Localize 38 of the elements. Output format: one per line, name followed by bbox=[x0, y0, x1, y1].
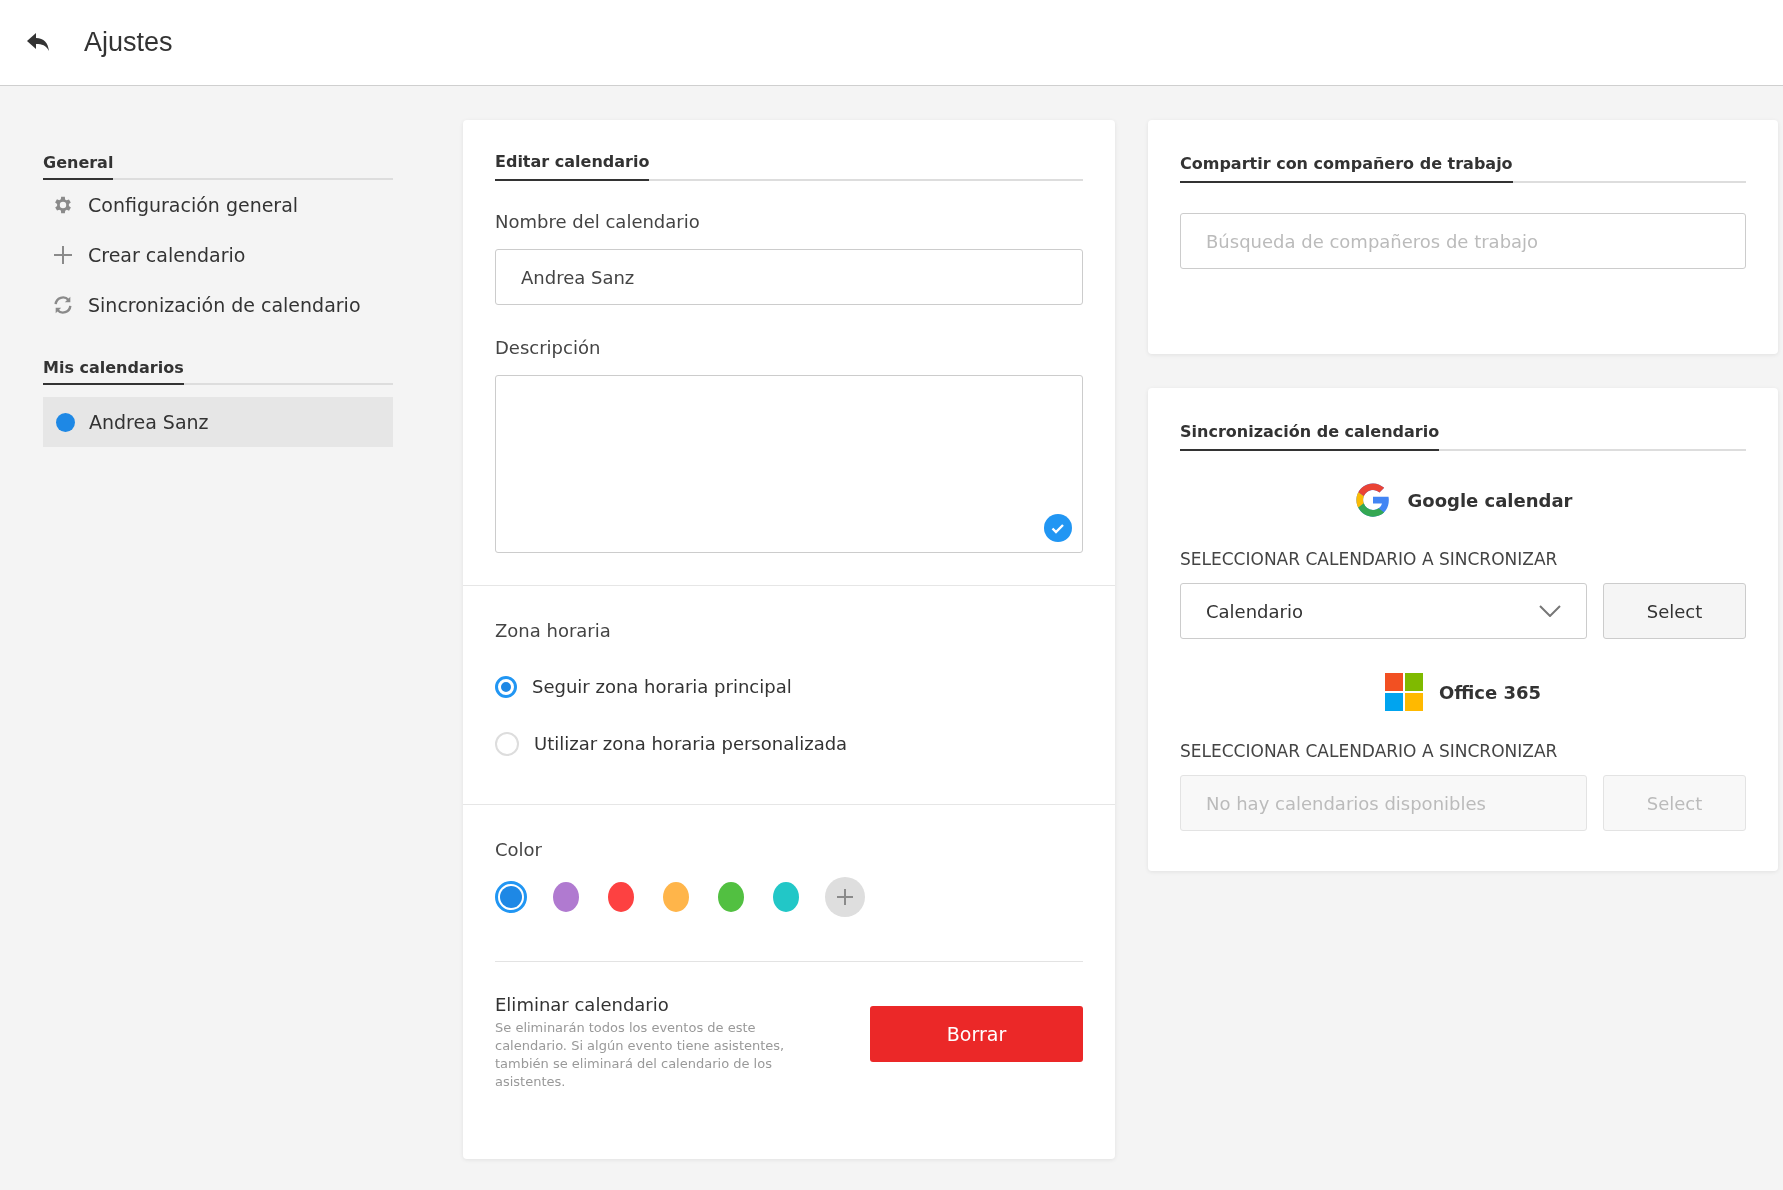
coworker-search-field[interactable]: Búsqueda de compañeros de trabajo bbox=[1180, 213, 1746, 269]
calendar-dropdown[interactable]: Calendario bbox=[1180, 583, 1587, 639]
section-heading: Mis calendarios bbox=[43, 358, 184, 385]
section-label: Color bbox=[495, 839, 543, 860]
timezone-radio-option[interactable]: Seguir zona horaria principal bbox=[495, 658, 1083, 715]
provider-name: Office 365 bbox=[1438, 681, 1542, 703]
gear-icon bbox=[52, 194, 74, 216]
delete-description: Se eliminarán todos los eventos de este calendario. Si algún evento tiene asistentes, también se eliminará del calendario de los asistentes. bbox=[495, 1019, 786, 1091]
sidebar-item[interactable]: Configuración general bbox=[43, 180, 393, 230]
check-icon[interactable] bbox=[1044, 514, 1072, 542]
card-title: Editar calendario bbox=[495, 152, 650, 181]
select-button[interactable]: Select bbox=[1603, 583, 1746, 639]
card-title: Compartir con compañero de trabajo bbox=[1180, 154, 1513, 183]
field-label: Nombre del calendario bbox=[495, 211, 701, 232]
google-logo-icon bbox=[1353, 481, 1392, 519]
calendar-name-field[interactable]: Andrea Sanz bbox=[495, 249, 1083, 305]
section-label: Zona horaria bbox=[495, 620, 612, 641]
field-label: Descripción bbox=[495, 337, 602, 358]
section-heading: General bbox=[43, 153, 114, 180]
radio-button[interactable] bbox=[495, 675, 517, 698]
sidebar-item[interactable]: Sincronización de calendario bbox=[43, 280, 393, 330]
delete-button[interactable]: Borrar bbox=[870, 1006, 1083, 1062]
field-label: SELECCIONAR CALENDARIO A SINCRONIZAR bbox=[1180, 741, 1559, 761]
description-field[interactable] bbox=[495, 375, 1083, 553]
color-swatch[interactable] bbox=[495, 881, 527, 913]
timezone-radio-option[interactable]: Utilizar zona horaria personalizada bbox=[495, 715, 1083, 772]
provider-name: Google calendar bbox=[1407, 489, 1573, 511]
page-title: Ajustes bbox=[84, 27, 173, 58]
calendar-list-item[interactable]: Andrea Sanz bbox=[43, 397, 393, 447]
windows-logo-icon bbox=[1384, 673, 1423, 711]
card-title: Sincronización de calendario bbox=[1180, 422, 1440, 451]
add-color-icon[interactable] bbox=[825, 877, 865, 917]
chevron-down-icon bbox=[1539, 605, 1561, 617]
field-label: SELECCIONAR CALENDARIO A SINCRONIZAR bbox=[1180, 549, 1559, 569]
delete-heading: Eliminar calendario bbox=[495, 994, 670, 1015]
sidebar-item[interactable]: Crear calendario bbox=[43, 230, 393, 280]
plus-icon bbox=[52, 244, 74, 266]
sync-icon bbox=[52, 294, 74, 316]
